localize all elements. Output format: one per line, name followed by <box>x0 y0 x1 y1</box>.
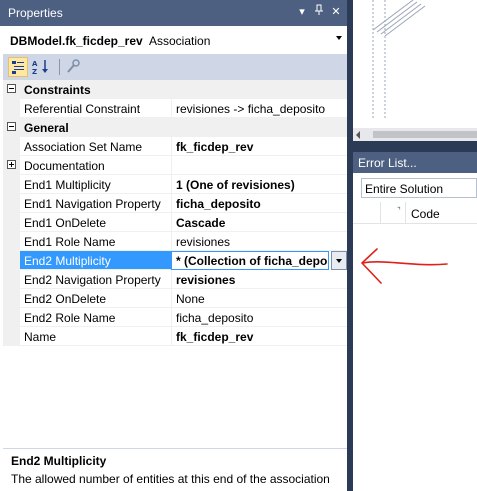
close-icon[interactable]: ✕ <box>329 4 343 20</box>
category-general[interactable]: General <box>3 118 347 137</box>
annotation-arrow-icon <box>361 248 448 284</box>
chevron-down-icon <box>336 259 342 263</box>
properties-toolbar: A Z <box>3 54 347 80</box>
properties-panel: Properties ▾ ✕ DBModel.fk_ficdep_rev Ass… <box>0 0 350 491</box>
error-list-title-bar: Error List... <box>353 152 477 173</box>
error-list-panel: Error List... Entire Solution ⌝ Code <box>353 152 477 491</box>
dropdown-arrow-icon[interactable]: ▾ <box>295 4 309 20</box>
row-end1-multiplicity[interactable]: End1 Multiplicity 1 (One of revisiones) <box>3 175 347 194</box>
object-name: DBModel.fk_ficdep_rev <box>10 34 143 48</box>
object-selector[interactable]: DBModel.fk_ficdep_rev Association <box>3 29 347 51</box>
row-documentation[interactable]: Documentation <box>3 156 347 175</box>
row-end1-ondelete[interactable]: End1 OnDelete Cascade <box>3 213 347 232</box>
canvas-lines <box>372 0 426 120</box>
row-name[interactable]: Name fk_ficdep_rev <box>3 327 347 346</box>
designer-canvas[interactable] <box>353 0 477 128</box>
scroll-thumb[interactable] <box>373 131 477 138</box>
row-end1-role-name[interactable]: End1 Role Name revisiones <box>3 232 347 251</box>
row-end2-multiplicity[interactable]: End2 Multiplicity * (Collection of ficha… <box>3 251 347 270</box>
row-end2-ondelete[interactable]: End2 OnDelete None <box>3 289 347 308</box>
error-list-title: Error List... <box>358 156 417 170</box>
wrench-icon[interactable] <box>63 57 83 77</box>
collapse-icon[interactable] <box>7 122 16 131</box>
canvas-horizontal-scrollbar[interactable] <box>353 128 477 141</box>
description-pane: End2 Multiplicity The allowed number of … <box>3 448 347 491</box>
expand-icon[interactable] <box>7 160 16 169</box>
chevron-down-icon[interactable] <box>336 36 342 40</box>
row-end2-navigation-property[interactable]: End2 Navigation Property revisiones <box>3 270 347 289</box>
row-end1-navigation-property[interactable]: End1 Navigation Property ficha_deposito <box>3 194 347 213</box>
description-text: The allowed number of entities at this e… <box>11 472 330 486</box>
error-list-header: ⌝ Code <box>353 202 477 224</box>
properties-title: Properties <box>8 6 63 20</box>
categorized-view-icon[interactable] <box>8 57 28 77</box>
description-title: End2 Multiplicity <box>11 454 107 468</box>
scroll-left-icon[interactable] <box>356 131 360 139</box>
toolbar-separator <box>59 59 60 75</box>
svg-text:Z: Z <box>32 68 37 76</box>
end2-multiplicity-value[interactable]: * (Collection of ficha_deposi <box>171 251 329 270</box>
properties-title-bar: Properties ▾ ✕ <box>0 0 347 26</box>
pin-icon[interactable] <box>312 4 326 20</box>
error-scope-dropdown[interactable]: Entire Solution <box>361 178 477 198</box>
row-end2-role-name[interactable]: End2 Role Name ficha_deposito <box>3 308 347 327</box>
row-association-set-name[interactable]: Association Set Name fk_ficdep_rev <box>3 137 347 156</box>
column-header-code[interactable]: Code <box>411 207 440 221</box>
end2-multiplicity-dropdown-button[interactable] <box>331 251 347 270</box>
category-constraints[interactable]: Constraints <box>3 80 347 99</box>
alphabetical-sort-icon[interactable]: A Z <box>31 57 51 77</box>
property-grid: Constraints Referential Constraint revis… <box>3 80 347 446</box>
sort-indicator-icon: ⌝ <box>397 206 401 215</box>
collapse-icon[interactable] <box>7 84 16 93</box>
object-type: Association <box>149 34 211 48</box>
svg-text:A: A <box>32 60 38 68</box>
row-referential-constraint[interactable]: Referential Constraint revisiones -> fic… <box>3 99 347 118</box>
